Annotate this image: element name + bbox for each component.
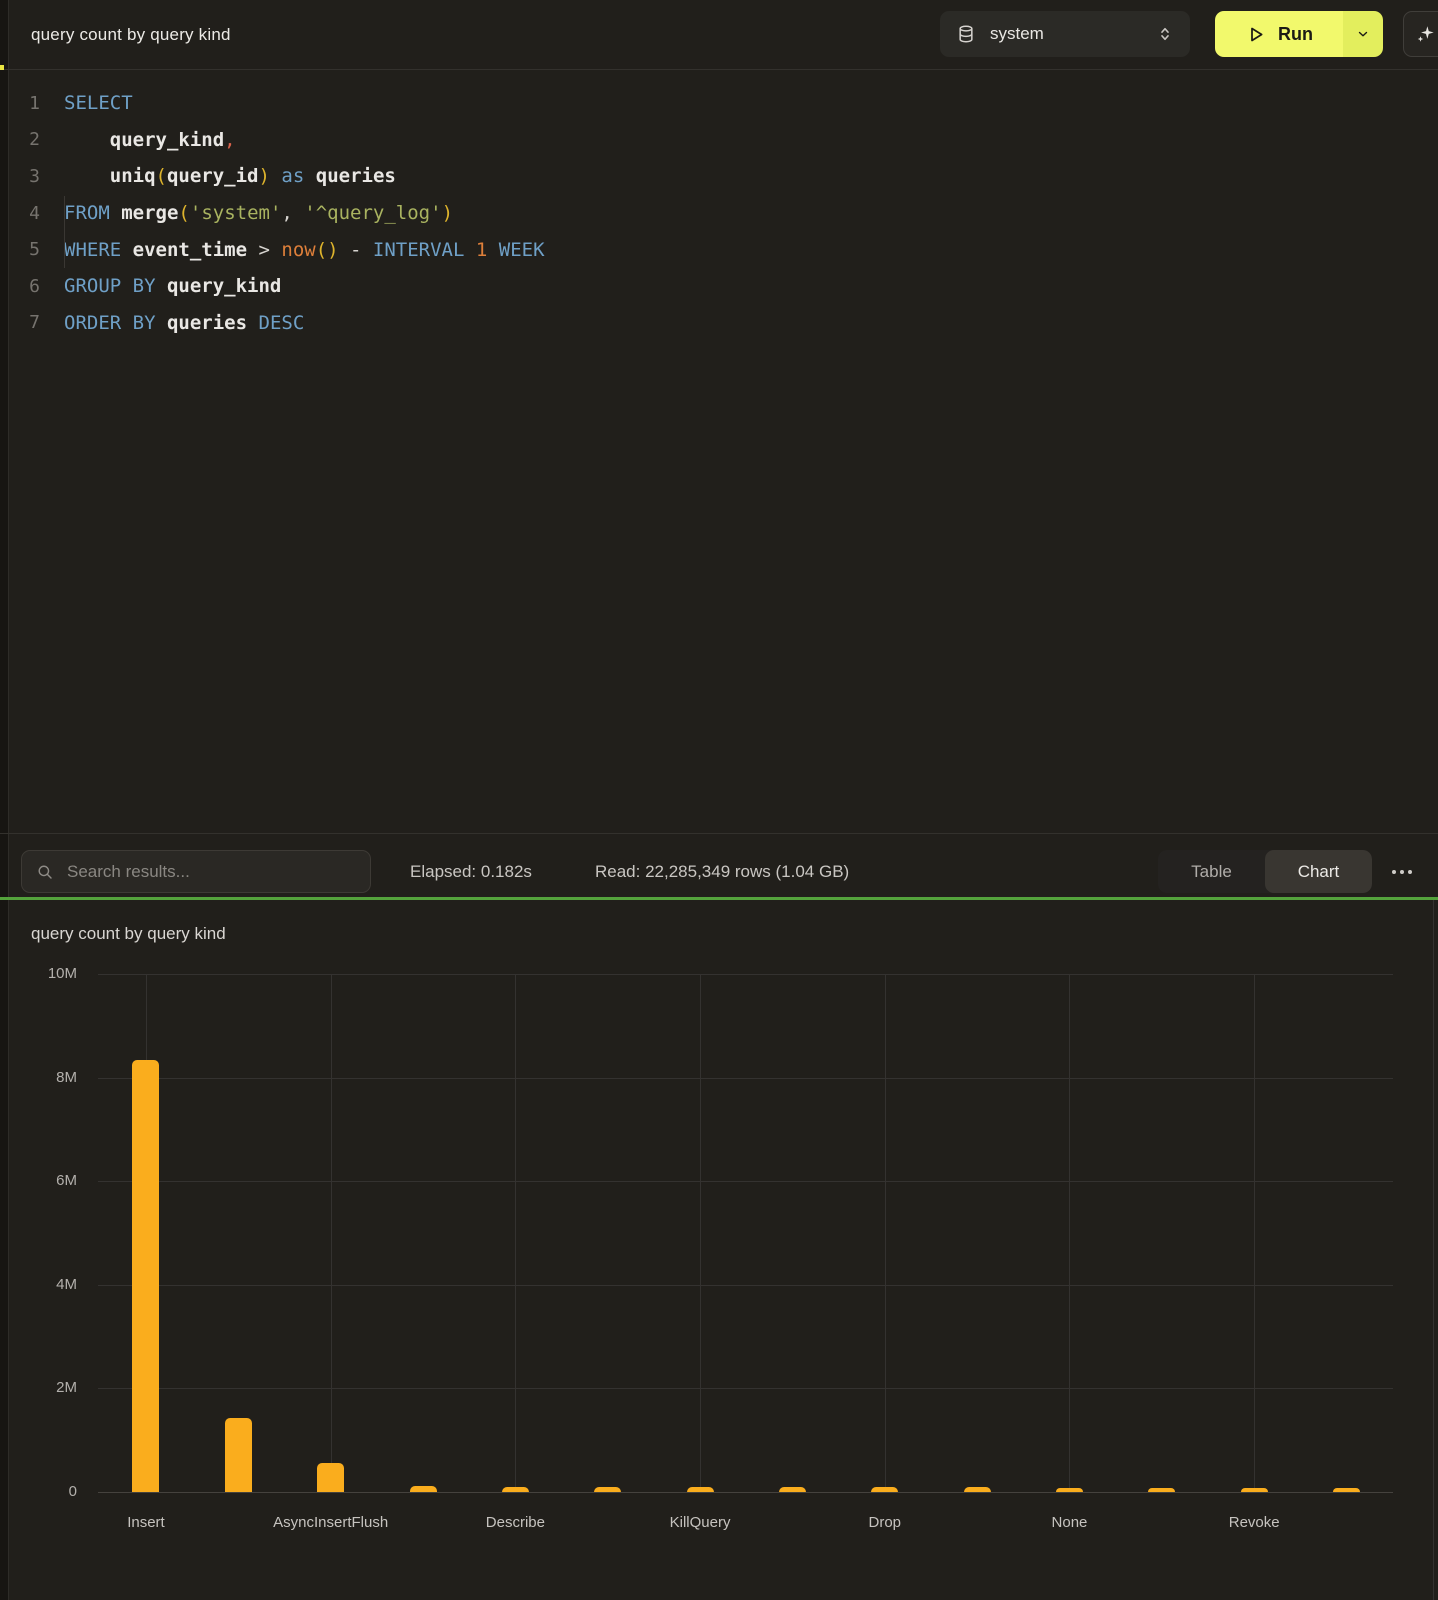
line-number: 5: [0, 231, 40, 268]
h-gridline: [98, 1181, 1393, 1182]
play-icon: [1245, 24, 1266, 45]
line-number: 4: [0, 195, 40, 232]
x-axis-category-label: KillQuery: [620, 1514, 780, 1531]
results-toolbar: Elapsed: 0.182s Read: 22,285,349 rows (1…: [0, 833, 1438, 897]
code-line: 3 uniq(query_id) as queries: [0, 158, 1438, 195]
h-gridline: [98, 1388, 1393, 1389]
code-text: ORDER BY queries DESC: [64, 305, 304, 342]
database-selector-value: system: [990, 24, 1044, 44]
run-button-label: Run: [1278, 24, 1313, 45]
line-number: 7: [0, 305, 40, 342]
y-axis-tick-label: 2M: [17, 1379, 77, 1396]
y-axis-tick-label: 10M: [17, 965, 77, 982]
v-gridline: [1069, 974, 1070, 1492]
tab-chart[interactable]: Chart: [1265, 850, 1372, 893]
elapsed-stat: Elapsed: 0.182s: [410, 850, 532, 893]
x-axis-category-label: Insert: [66, 1514, 226, 1531]
chart-bar[interactable]: [594, 1487, 621, 1492]
line-number: 1: [0, 85, 40, 122]
h-gridline: [98, 1285, 1393, 1286]
chart-bar[interactable]: [1056, 1488, 1083, 1492]
code-line: 1 SELECT: [0, 85, 1438, 122]
database-selector[interactable]: system: [940, 11, 1190, 57]
search-results-box: [21, 850, 371, 893]
x-axis-category-label: Revoke: [1174, 1514, 1334, 1531]
x-axis-category-label: None: [989, 1514, 1149, 1531]
search-icon: [36, 863, 54, 881]
line-number: 3: [0, 158, 40, 195]
line-number: 2: [0, 122, 40, 159]
code-text: GROUP BY query_kind: [64, 268, 281, 305]
chart-bar[interactable]: [1241, 1488, 1268, 1492]
sql-editor[interactable]: 1SELECT2 query_kind,3 uniq(query_id) as …: [0, 71, 1438, 833]
code-line: 2 query_kind,: [0, 122, 1438, 159]
y-axis-tick-label: 0: [17, 1483, 77, 1500]
run-button[interactable]: Run: [1215, 11, 1343, 57]
chart-bar[interactable]: [779, 1487, 806, 1492]
y-axis-tick-label: 6M: [17, 1172, 77, 1189]
chart-bar[interactable]: [871, 1487, 898, 1492]
run-button-group: Run: [1215, 11, 1383, 57]
code-text: SELECT: [64, 85, 133, 122]
chart-bar[interactable]: [502, 1487, 529, 1492]
editor-marker: [0, 65, 4, 70]
code-line: 5 WHERE event_time > now() - INTERVAL 1 W…: [0, 231, 1438, 268]
indent-guide: [64, 196, 65, 268]
sparkle-icon: [1415, 23, 1437, 45]
run-options-dropdown[interactable]: [1343, 11, 1383, 57]
y-axis-tick-label: 8M: [17, 1069, 77, 1086]
chart-bar[interactable]: [132, 1060, 159, 1492]
chart-bar[interactable]: [225, 1418, 252, 1492]
updown-chevron-icon: [1156, 25, 1174, 43]
x-axis-category-label: Describe: [435, 1514, 595, 1531]
chart-bar[interactable]: [1148, 1488, 1175, 1492]
v-gridline: [331, 974, 332, 1492]
v-gridline: [700, 974, 701, 1492]
chart-bar[interactable]: [687, 1487, 714, 1492]
chart-title: query count by query kind: [31, 924, 226, 944]
read-stat: Read: 22,285,349 rows (1.04 GB): [595, 850, 849, 893]
sql-code: 1SELECT2 query_kind,3 uniq(query_id) as …: [0, 85, 1438, 341]
query-toolbar: query count by query kind system: [0, 0, 1438, 70]
y-axis-tick-label: 4M: [17, 1276, 77, 1293]
chart-bar[interactable]: [1333, 1488, 1360, 1492]
sql-console-window: query count by query kind system: [0, 0, 1438, 1600]
panel-divider-accent: [0, 897, 1438, 900]
code-text: FROM merge('system', '^query_log'): [64, 195, 453, 232]
code-line: 7 ORDER BY queries DESC: [0, 305, 1438, 342]
v-gridline: [885, 974, 886, 1492]
code-text: uniq(query_id) as queries: [64, 158, 396, 195]
ai-assist-button[interactable]: [1403, 11, 1438, 57]
h-gridline: [98, 1078, 1393, 1079]
v-gridline: [515, 974, 516, 1492]
line-number: 6: [0, 268, 40, 305]
x-axis-category-label: Drop: [805, 1514, 965, 1531]
h-gridline: [98, 974, 1393, 975]
code-line: 6 GROUP BY query_kind: [0, 268, 1438, 305]
code-line: 4 FROM merge('system', '^query_log'): [0, 195, 1438, 232]
v-gridline: [1254, 974, 1255, 1492]
chart-bar[interactable]: [317, 1463, 344, 1492]
chevron-down-icon: [1356, 27, 1370, 41]
code-text: WHERE event_time > now() - INTERVAL 1 WE…: [64, 231, 545, 268]
chart-bar[interactable]: [964, 1487, 991, 1492]
tab-table[interactable]: Table: [1158, 850, 1265, 893]
code-text: query_kind,: [64, 122, 236, 159]
more-options-button[interactable]: [1382, 850, 1422, 893]
query-title: query count by query kind: [31, 0, 231, 70]
x-axis-category-label: AsyncInsertFlush: [251, 1514, 411, 1531]
database-icon: [956, 24, 976, 44]
chart-bar[interactable]: [410, 1486, 437, 1492]
panel-right-edge: [1433, 900, 1434, 1600]
x-axis-line: [98, 1492, 1393, 1493]
search-results-input[interactable]: [65, 861, 358, 883]
view-toggle: Table Chart: [1158, 850, 1372, 893]
